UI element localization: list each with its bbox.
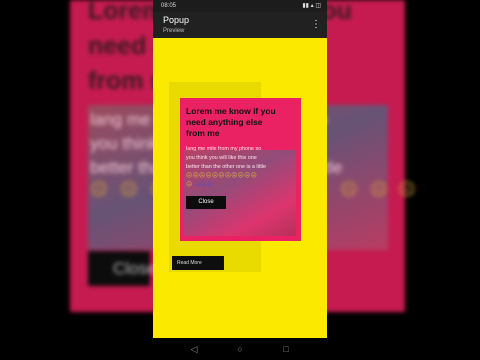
background-sad-face-icon: ☹ (120, 180, 138, 199)
background-sad-face-icon: ☹ (340, 180, 358, 199)
preview-content: Read More Lorem me know if you need anyt… (153, 38, 327, 338)
phone-screen: 08:05 ▮▮ ▴ ◫ Popup Preview ⋮ Read More L… (153, 0, 327, 360)
emoji-row: ☹☹☹☹☹☹☹☹☹☹☹ (186, 172, 295, 181)
nav-bar: ◁ ○ □ (153, 338, 327, 360)
background-sad-face-icon: ☹ (370, 180, 388, 199)
back-icon[interactable]: ◁ (187, 342, 201, 356)
popup-body: lang me mile from my phone so you think … (186, 146, 267, 170)
status-time: 08:05 (161, 3, 177, 9)
emoji-row-2: ☹ ☹☹☹ (186, 181, 295, 190)
popup-title: Lorem me know if you need anything else … (186, 106, 276, 138)
background-sad-face-icon: ☹ (398, 180, 416, 199)
home-icon[interactable]: ○ (233, 342, 247, 356)
close-button[interactable]: Close (186, 196, 226, 209)
sad-face-icon: ☹☹☹☹☹☹☹☹☹☹☹ (186, 173, 258, 179)
signal-icon: ▮▮ ▴ ◫ (302, 3, 321, 9)
status-bar: 08:05 ▮▮ ▴ ◫ (153, 0, 327, 12)
sad-face-icon: ☹ (186, 182, 193, 188)
background-sad-face-icon: ☹ (90, 180, 108, 199)
app-subtitle: Preview (163, 28, 185, 34)
read-more-button[interactable]: Read More (172, 256, 224, 270)
app-title: Popup (163, 15, 190, 25)
sad-face-blue-icon: ☹☹☹ (194, 182, 214, 188)
background-close-button: Close (88, 251, 156, 286)
app-bar: Popup Preview ⋮ (153, 12, 327, 38)
recents-icon[interactable]: □ (279, 342, 293, 356)
popup-dialog: Lorem me know if you need anything else … (180, 98, 301, 241)
overflow-menu-icon[interactable]: ⋮ (311, 18, 321, 32)
